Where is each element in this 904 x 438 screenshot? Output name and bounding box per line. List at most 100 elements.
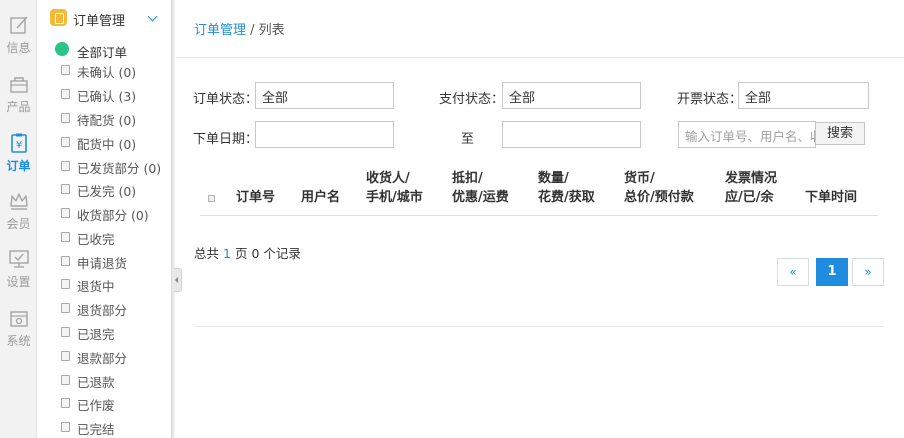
pay-status-select[interactable]: 全部 xyxy=(502,82,641,109)
menu-item-unconfirmed[interactable]: 未确认 (0) xyxy=(37,59,171,81)
menu-item-return-request[interactable]: 申请退货 xyxy=(37,250,171,272)
col-username: 用户名 xyxy=(301,188,340,207)
breadcrumb: 订单管理 / 列表 xyxy=(194,19,285,38)
icon-rail: 信息 产品 ¥ 订单 会员 设置 系统 xyxy=(0,0,37,438)
header-text: 总价/预付款 xyxy=(624,190,694,205)
menu-item-partially-returned[interactable]: 退货部分 xyxy=(37,297,171,319)
order-status-select[interactable]: 全部 xyxy=(255,82,394,109)
menu-item-label: 待配货 (0) xyxy=(77,113,137,128)
select-all-checkbox[interactable] xyxy=(208,195,215,202)
menu-item-completed[interactable]: 已完结 xyxy=(37,416,171,438)
doc-icon xyxy=(61,89,70,99)
menu-item-partially-refunded[interactable]: 退款部分 xyxy=(37,345,171,367)
header-text: 用户名 xyxy=(301,190,341,205)
record-summary: 总共 1 页 0 个记录 xyxy=(194,243,301,262)
col-quantity: 数量/花费/获取 xyxy=(538,169,595,207)
header-text: 发票情况 xyxy=(725,171,778,186)
menu-item-label: 配货中 (0) xyxy=(77,137,137,152)
menu-item-refunded[interactable]: 已退款 xyxy=(37,369,171,391)
doc-icon xyxy=(61,232,70,242)
coin-icon xyxy=(61,351,70,361)
crown-icon xyxy=(9,193,28,210)
list-circle-icon xyxy=(55,42,69,56)
order-submenu: 订单管理 全部订单 未确认 (0) 已确认 (3) 待配货 (0) 配货中 (0… xyxy=(37,0,172,438)
menu-item-picking[interactable]: 配货中 (0) xyxy=(37,131,171,153)
doc-icon xyxy=(61,422,70,432)
content-divider xyxy=(194,326,884,327)
menu-item-partially-received[interactable]: 收货部分 (0) xyxy=(37,202,171,224)
gear-box-icon xyxy=(9,311,28,327)
menu-item-label: 已退款 xyxy=(77,375,115,390)
menu-item-label: 已完结 xyxy=(77,422,115,437)
rail-item-settings[interactable]: 设置 xyxy=(0,248,37,302)
summary-middle: 页 xyxy=(234,246,248,261)
breadcrumb-separator: / xyxy=(246,23,259,38)
col-order-number: 订单号 xyxy=(236,188,275,207)
header-text: 收货人/ xyxy=(366,171,410,186)
summary-suffix: 个记录 xyxy=(263,246,301,261)
rail-item-member[interactable]: 会员 xyxy=(0,190,37,244)
doc-icon xyxy=(61,279,70,289)
header-divider xyxy=(176,57,904,58)
monitor-check-icon xyxy=(8,250,29,268)
box-icon xyxy=(61,327,70,337)
rail-label-system: 系统 xyxy=(6,334,31,348)
menu-item-voided[interactable]: 已作废 xyxy=(37,392,171,414)
menu-item-all-orders[interactable]: 全部订单 xyxy=(37,38,171,60)
menu-item-fully-shipped[interactable]: 已发完 (0) xyxy=(37,178,171,200)
col-invoice: 发票情况应/已/余 xyxy=(725,169,777,207)
pagination-next-button[interactable]: » xyxy=(852,258,884,286)
box-icon xyxy=(61,137,70,147)
doc-icon xyxy=(61,208,70,218)
submenu-title: 订单管理 xyxy=(73,14,126,29)
menu-item-confirmed[interactable]: 已确认 (3) xyxy=(37,83,171,105)
date-range-separator: 至 xyxy=(461,132,475,147)
header-text: 下单时间 xyxy=(805,190,858,205)
header-text: 货币/ xyxy=(624,171,655,186)
rail-item-system[interactable]: 系统 xyxy=(0,307,37,361)
summary-prefix: 总共 xyxy=(194,246,220,261)
menu-item-label: 申请退货 xyxy=(77,256,128,271)
pagination-prev-button[interactable]: « xyxy=(777,258,809,286)
date-end-input[interactable] xyxy=(502,121,641,148)
col-consignee: 收货人/手机/城市 xyxy=(366,169,423,207)
doc-icon xyxy=(61,184,70,194)
box-icon xyxy=(61,303,70,313)
menu-item-fully-received[interactable]: 已收完 xyxy=(37,226,171,248)
breadcrumb-current: 列表 xyxy=(258,23,285,38)
svg-text:¥: ¥ xyxy=(15,140,21,151)
header-text: 订单号 xyxy=(236,190,276,205)
menu-item-label: 收货部分 (0) xyxy=(77,208,149,223)
main-content: 订单管理 / 列表 订单状态： 全部 支付状态： 全部 开票状态： 全部 下单日… xyxy=(176,0,904,438)
menu-item-pending-pick[interactable]: 待配货 (0) xyxy=(37,107,171,129)
clipboard-icon xyxy=(50,9,67,26)
submenu-header[interactable]: 订单管理 xyxy=(37,0,171,36)
date-start-input[interactable] xyxy=(255,121,394,148)
header-text: 花费/获取 xyxy=(538,190,595,205)
header-text: 优惠/运费 xyxy=(452,190,509,205)
menu-item-label: 退货中 xyxy=(77,279,115,294)
search-button[interactable]: 搜索 xyxy=(815,122,865,145)
table-header-divider xyxy=(200,215,878,216)
rail-label-order: 订单 xyxy=(6,159,31,173)
menu-item-fully-returned[interactable]: 已退完 xyxy=(37,321,171,343)
breadcrumb-link-order-management[interactable]: 订单管理 xyxy=(194,23,246,38)
invoice-status-select[interactable]: 全部 xyxy=(738,82,869,109)
header-text: 应/已/余 xyxy=(725,190,774,205)
pagination-page-1[interactable]: 1 xyxy=(816,258,848,286)
search-input[interactable]: 输入订单号、用户名、收 xyxy=(678,121,816,148)
chevron-down-icon[interactable] xyxy=(147,11,158,22)
menu-item-label: 已确认 (3) xyxy=(77,89,137,104)
rail-item-product[interactable]: 产品 xyxy=(0,73,37,127)
menu-item-label: 退货部分 xyxy=(77,303,128,318)
order-status-label: 订单状态： xyxy=(193,92,259,107)
doc-icon xyxy=(61,256,70,266)
rail-item-info[interactable]: 信息 xyxy=(0,14,37,68)
edit-icon xyxy=(9,16,28,34)
rail-label-product: 产品 xyxy=(6,100,31,114)
menu-item-partially-shipped[interactable]: 已发货部分 (0) xyxy=(37,155,171,177)
menu-item-returning[interactable]: 退货中 xyxy=(37,273,171,295)
order-date-label: 下单日期： xyxy=(193,132,259,147)
order-icon: ¥ xyxy=(10,133,27,153)
rail-item-order[interactable]: ¥ 订单 xyxy=(0,132,37,186)
